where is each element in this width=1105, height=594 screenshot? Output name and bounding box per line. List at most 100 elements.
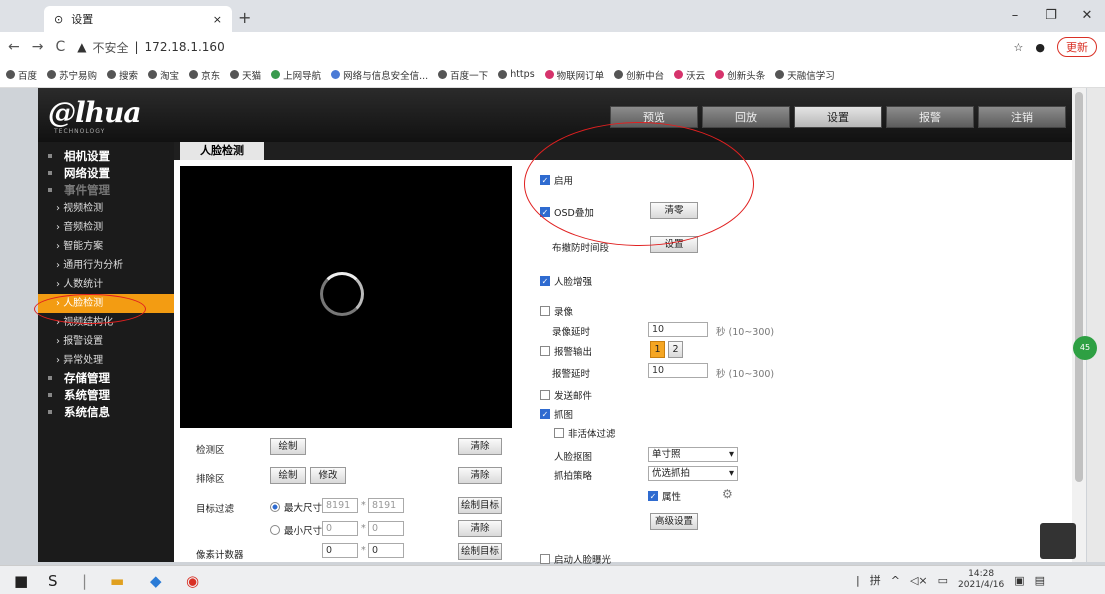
- gear-icon[interactable]: ⚙: [722, 487, 733, 501]
- clock[interactable]: 14:28 2021/4/16: [958, 569, 1004, 591]
- notification-app-icon[interactable]: ▣: [1014, 574, 1024, 587]
- detect-clear-button[interactable]: 清除: [458, 438, 502, 455]
- topnav-item[interactable]: 设置: [794, 106, 882, 128]
- sidebar-item[interactable]: › 异常处理: [38, 351, 174, 370]
- sidebar-group[interactable]: 相机设置: [38, 148, 174, 165]
- bookmark-item[interactable]: 物联网订单: [544, 68, 604, 82]
- sidebar-item-label: 报警设置: [63, 336, 104, 347]
- pixel-width-input[interactable]: 0: [322, 543, 358, 558]
- alarm-channel-1[interactable]: 1: [650, 341, 665, 358]
- record-delay-input[interactable]: 10: [648, 322, 708, 337]
- sidebar-group[interactable]: 系统管理: [38, 387, 174, 404]
- max-size-radio[interactable]: 最大尺寸: [270, 500, 322, 514]
- restore-button[interactable]: ❐: [1033, 0, 1069, 32]
- file-explorer-icon[interactable]: ▬: [110, 572, 124, 590]
- minimize-button[interactable]: –: [997, 0, 1033, 32]
- min-width-input[interactable]: 0: [322, 521, 358, 536]
- max-height-input[interactable]: 8191: [368, 498, 404, 513]
- update-button[interactable]: 更新: [1057, 37, 1097, 57]
- bookmark-item[interactable]: 创新中台: [614, 68, 664, 82]
- sidebar-group[interactable]: 存储管理: [38, 370, 174, 387]
- bookmark-item[interactable]: 天猫: [230, 68, 261, 82]
- profile-icon[interactable]: ●: [1035, 41, 1045, 54]
- record-checkbox[interactable]: 录像: [540, 304, 573, 318]
- bookmark-item[interactable]: 沃云: [674, 68, 705, 82]
- bookmark-item[interactable]: 百度一下: [438, 68, 488, 82]
- alarm-channel-2[interactable]: 2: [668, 341, 683, 358]
- attribute-checkbox[interactable]: ✓ 属性: [648, 489, 681, 503]
- bookmark-item[interactable]: 淘宝: [148, 68, 179, 82]
- bookmark-item[interactable]: 网络与信息安全信...: [331, 68, 428, 82]
- network-icon[interactable]: ▭: [938, 574, 948, 587]
- topnav-item[interactable]: 报警: [886, 106, 974, 128]
- sidebar-group[interactable]: 网络设置: [38, 165, 174, 182]
- new-tab-button[interactable]: +: [238, 8, 251, 27]
- bookmark-item[interactable]: 搜索: [107, 68, 138, 82]
- sidebar-item[interactable]: › 视频检测: [38, 199, 174, 218]
- topnav-item[interactable]: 注销: [978, 106, 1066, 128]
- floating-widget[interactable]: [1040, 523, 1076, 559]
- floating-badge[interactable]: 45: [1073, 336, 1097, 360]
- record-delay-label: 录像延时: [552, 327, 591, 338]
- sidebar-group[interactable]: 事件管理: [38, 182, 174, 199]
- face-image-select[interactable]: 单寸照: [648, 447, 738, 462]
- bookmark-item[interactable]: 上网导航: [271, 68, 321, 82]
- tab-face-detect[interactable]: 人脸检测: [180, 142, 264, 160]
- exclude-modify-button[interactable]: 修改: [310, 467, 346, 484]
- min-height-input[interactable]: 0: [368, 521, 404, 536]
- sidebar-item[interactable]: › 音频检测: [38, 218, 174, 237]
- forward-icon[interactable]: →: [32, 39, 44, 55]
- close-window-button[interactable]: ✕: [1069, 0, 1105, 32]
- alarm-delay-input[interactable]: 10: [648, 363, 708, 378]
- max-width-input[interactable]: 8191: [322, 498, 358, 513]
- alarm-output-checkbox[interactable]: 报警输出: [540, 344, 592, 358]
- non-living-filter-checkbox[interactable]: 非活体过滤: [554, 426, 616, 440]
- address-bar[interactable]: ▲ 不安全 | 172.18.1.160: [77, 39, 224, 56]
- bookmark-item[interactable]: 京东: [189, 68, 220, 82]
- close-tab-icon[interactable]: ×: [213, 13, 222, 26]
- send-email-checkbox[interactable]: 发送邮件: [540, 388, 592, 402]
- sidebar-item[interactable]: › 智能方案: [38, 237, 174, 256]
- page-scrollbar[interactable]: [1072, 88, 1086, 562]
- draw-target-button[interactable]: 绘制目标: [458, 497, 502, 514]
- action-center-icon[interactable]: ▤: [1035, 574, 1045, 587]
- bookmark-item[interactable]: 天融信学习: [775, 68, 835, 82]
- sidebar-item[interactable]: › 通用行为分析: [38, 256, 174, 275]
- sidebar-item[interactable]: › 报警设置: [38, 332, 174, 351]
- filter-clear-button[interactable]: 清除: [458, 520, 502, 537]
- exclude-clear-button[interactable]: 清除: [458, 467, 502, 484]
- topnav-item[interactable]: 回放: [702, 106, 790, 128]
- back-icon[interactable]: ←: [8, 39, 20, 55]
- bookmark-item[interactable]: https: [498, 69, 535, 80]
- sidebar-group[interactable]: 系统信息: [38, 404, 174, 421]
- scrollbar-thumb[interactable]: [1075, 92, 1083, 482]
- app-s-icon[interactable]: S: [48, 572, 58, 590]
- bookmark-item[interactable]: 百度: [6, 68, 37, 82]
- volume-icon[interactable]: ◁×: [910, 574, 928, 587]
- snap-strategy-select[interactable]: 优选抓拍: [648, 466, 738, 481]
- bookmark-icon: [107, 70, 117, 79]
- app-blue-icon[interactable]: ◆: [150, 572, 162, 590]
- bookmark-item[interactable]: 苏宁易购: [47, 68, 97, 82]
- exclude-draw-button[interactable]: 绘制: [270, 467, 306, 484]
- bookmark-icon: [674, 70, 684, 79]
- reload-icon[interactable]: C: [55, 39, 65, 55]
- bookmark-icon: [498, 70, 508, 79]
- snapshot-checkbox[interactable]: ✓ 抓图: [540, 407, 573, 421]
- sidebar-item[interactable]: › 人数统计: [38, 275, 174, 294]
- face-enhance-checkbox[interactable]: ✓ 人脸增强: [540, 274, 592, 288]
- pixel-height-input[interactable]: 0: [368, 543, 404, 558]
- star-icon[interactable]: ☆: [1014, 41, 1024, 54]
- min-size-radio[interactable]: 最小尺寸: [270, 523, 322, 537]
- windows-start-icon[interactable]: ■: [14, 572, 28, 590]
- chevron-up-icon[interactable]: ^: [891, 574, 900, 587]
- browser-tab[interactable]: ⊙ 设置 ×: [44, 6, 232, 32]
- bookmark-item[interactable]: 创新头条: [715, 68, 765, 82]
- pixel-draw-target-button[interactable]: 绘制目标: [458, 543, 502, 560]
- face-exposure-checkbox[interactable]: 启动人脸曝光: [540, 552, 611, 566]
- sidebar-item-label: 视频检测: [63, 203, 104, 214]
- detect-draw-button[interactable]: 绘制: [270, 438, 306, 455]
- ime-indicator[interactable]: 拼: [870, 572, 881, 588]
- chrome-icon[interactable]: ◉: [186, 572, 199, 590]
- advanced-settings-button[interactable]: 高级设置: [650, 513, 698, 530]
